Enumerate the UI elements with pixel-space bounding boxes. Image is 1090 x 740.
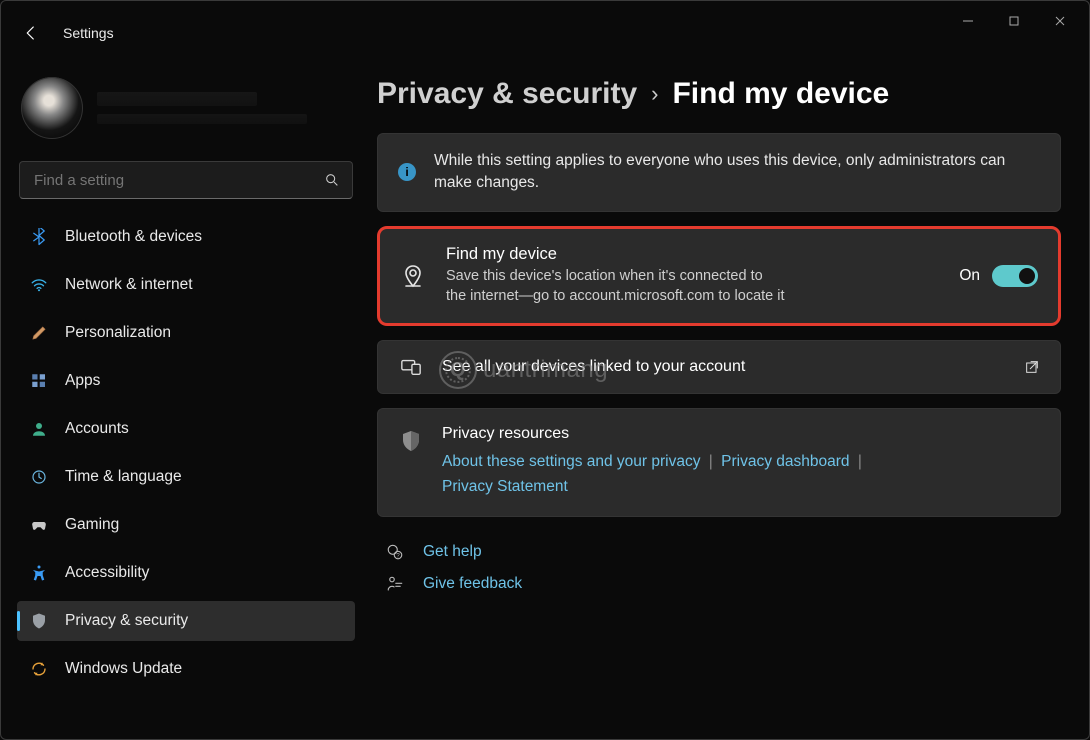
sidebar-item-label: Accessibility	[65, 564, 149, 582]
gamepad-icon	[29, 515, 49, 535]
info-icon: i	[398, 163, 416, 181]
give-feedback-label: Give feedback	[423, 575, 522, 593]
maximize-button[interactable]	[991, 5, 1037, 37]
help-icon: ?	[385, 543, 405, 561]
sidebar-item-accessibility[interactable]: Accessibility	[17, 553, 355, 593]
get-help-label: Get help	[423, 543, 482, 561]
sidebar: Bluetooth & devices Network & internet P…	[1, 51, 371, 739]
sidebar-item-privacy-security[interactable]: Privacy & security	[17, 601, 355, 641]
sidebar-item-gaming[interactable]: Gaming	[17, 505, 355, 545]
sidebar-item-windows-update[interactable]: Windows Update	[17, 649, 355, 689]
sidebar-item-label: Personalization	[65, 324, 171, 342]
sidebar-item-label: Privacy & security	[65, 612, 188, 630]
breadcrumb: Privacy & security › Find my device	[377, 77, 1061, 111]
privacy-resources-card: Privacy resources About these settings a…	[377, 408, 1061, 517]
bluetooth-icon	[29, 227, 49, 247]
sidebar-item-label: Bluetooth & devices	[65, 228, 202, 246]
minimize-button[interactable]	[945, 5, 991, 37]
resource-link-statement[interactable]: Privacy Statement	[442, 478, 568, 495]
breadcrumb-parent[interactable]: Privacy & security	[377, 77, 637, 111]
sidebar-item-label: Windows Update	[65, 660, 182, 678]
toggle-label: On	[959, 267, 980, 285]
shield-icon	[29, 611, 49, 631]
search-box[interactable]	[19, 161, 353, 199]
sidebar-item-apps[interactable]: Apps	[17, 361, 355, 401]
resources-title: Privacy resources	[442, 425, 1040, 443]
nav-list: Bluetooth & devices Network & internet P…	[15, 213, 357, 693]
clock-icon	[29, 467, 49, 487]
person-icon	[29, 419, 49, 439]
breadcrumb-current: Find my device	[672, 77, 889, 111]
open-external-icon	[1024, 359, 1040, 375]
sidebar-item-accounts[interactable]: Accounts	[17, 409, 355, 449]
location-pin-icon	[400, 266, 426, 286]
sidebar-item-label: Network & internet	[65, 276, 193, 294]
search-input[interactable]	[32, 171, 324, 190]
sidebar-item-time-language[interactable]: Time & language	[17, 457, 355, 497]
find-my-device-toggle[interactable]	[992, 265, 1038, 287]
sidebar-item-personalization[interactable]: Personalization	[17, 313, 355, 353]
user-profile[interactable]	[15, 67, 357, 157]
user-name-placeholder	[97, 92, 257, 106]
main-content: Privacy & security › Find my device i Wh…	[371, 51, 1089, 739]
linked-devices-label: See all your devices linked to your acco…	[442, 358, 745, 376]
search-icon	[324, 172, 340, 188]
sidebar-item-label: Time & language	[65, 468, 182, 486]
user-email-placeholder	[97, 114, 307, 124]
sidebar-item-label: Accounts	[65, 420, 129, 438]
give-feedback-link[interactable]: Give feedback	[385, 575, 1061, 593]
close-button[interactable]	[1037, 5, 1083, 37]
shield-icon	[398, 431, 424, 451]
get-help-link[interactable]: ? Get help	[385, 543, 1061, 561]
wifi-icon	[29, 275, 49, 295]
info-banner: i While this setting applies to everyone…	[377, 133, 1061, 212]
chevron-right-icon: ›	[651, 81, 658, 107]
feedback-icon	[385, 575, 405, 593]
titlebar	[1, 1, 1089, 41]
sidebar-item-label: Gaming	[65, 516, 119, 534]
apps-icon	[29, 371, 49, 391]
info-text: While this setting applies to everyone w…	[434, 150, 1040, 195]
update-icon	[29, 659, 49, 679]
devices-icon	[398, 357, 424, 377]
setting-title: Find my device	[446, 245, 786, 264]
brush-icon	[29, 323, 49, 343]
setting-subtitle: Save this device's location when it's co…	[446, 266, 786, 307]
sidebar-item-network-internet[interactable]: Network & internet	[17, 265, 355, 305]
resource-link-about[interactable]: About these settings and your privacy	[442, 453, 700, 470]
sidebar-item-label: Apps	[65, 372, 100, 390]
linked-devices-card[interactable]: See all your devices linked to your acco…	[377, 340, 1061, 394]
accessibility-icon	[29, 563, 49, 583]
sidebar-item-bluetooth-devices[interactable]: Bluetooth & devices	[17, 217, 355, 257]
back-button[interactable]	[21, 23, 41, 43]
resource-link-dashboard[interactable]: Privacy dashboard	[721, 453, 849, 470]
avatar	[21, 77, 83, 139]
app-title: Settings	[63, 25, 114, 41]
find-my-device-card: Find my device Save this device's locati…	[377, 226, 1061, 326]
